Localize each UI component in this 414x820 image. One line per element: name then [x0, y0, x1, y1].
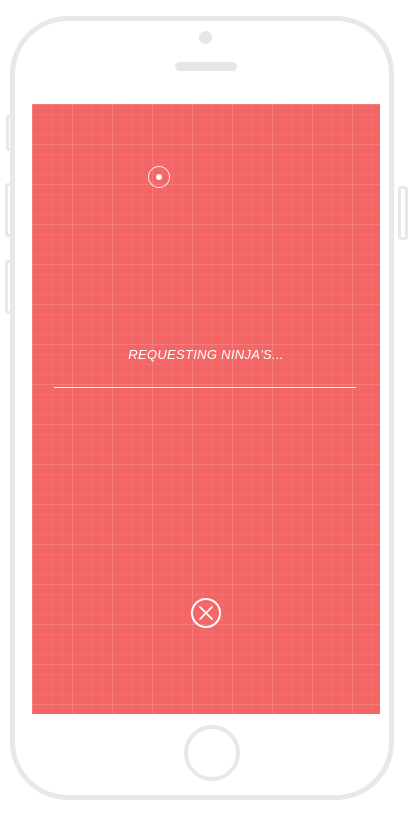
radar-center-dot [156, 174, 162, 180]
status-divider [54, 387, 356, 388]
cancel-request-button[interactable] [191, 598, 221, 628]
power-button [398, 186, 408, 240]
home-button[interactable] [184, 725, 240, 781]
front-camera [199, 31, 212, 44]
radar-location-icon [148, 166, 170, 188]
requesting-status-text: REQUESTING NINJA'S... [128, 347, 284, 362]
earpiece-speaker [175, 62, 237, 71]
close-icon [199, 606, 213, 620]
app-screen: REQUESTING NINJA'S... [32, 104, 380, 714]
